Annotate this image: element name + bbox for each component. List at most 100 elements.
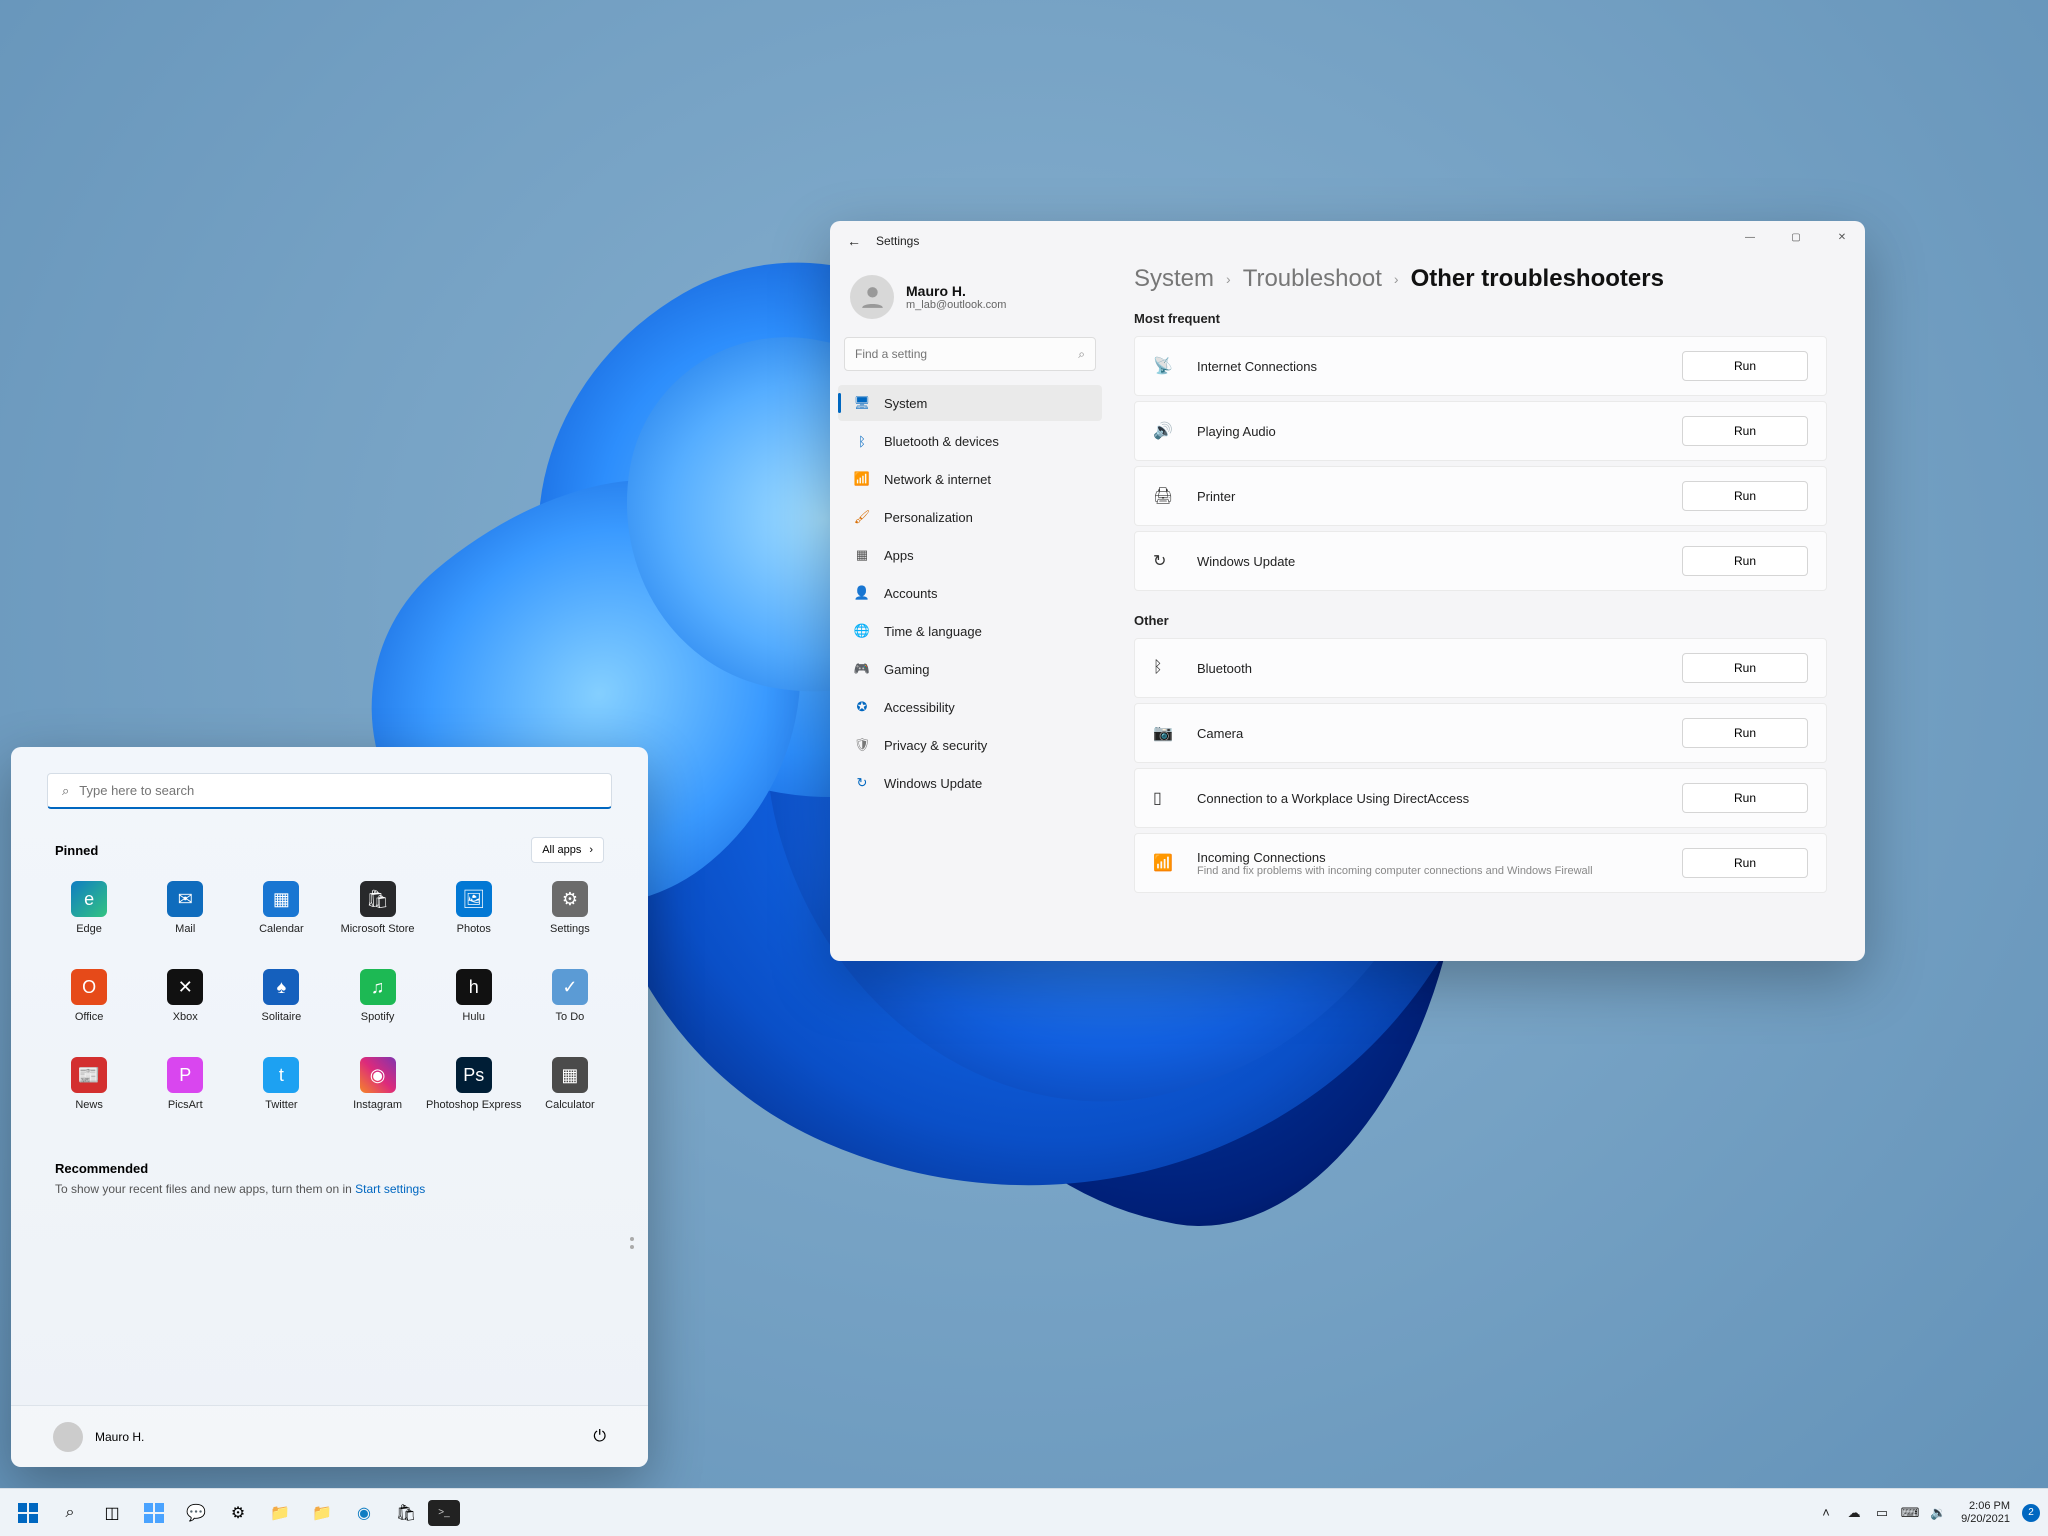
nav-icon: 🖥 <box>854 395 870 411</box>
pinned-app-photoshop-express[interactable]: PsPhotoshop Express <box>426 1051 522 1135</box>
app-icon: 🖼 <box>456 881 492 917</box>
nav-icon: 👤 <box>854 585 870 601</box>
app-label: PicsArt <box>168 1099 203 1112</box>
store-taskbar[interactable]: 🛍 <box>386 1493 426 1533</box>
pinned-app-calendar[interactable]: ▦Calendar <box>233 875 329 959</box>
nav-item-windows-update[interactable]: ↻ Windows Update <box>838 765 1102 801</box>
nav-icon: ▦ <box>854 547 870 563</box>
crumb-system[interactable]: System <box>1134 265 1214 293</box>
run-button[interactable]: Run <box>1682 783 1808 813</box>
back-button[interactable]: ← <box>838 233 870 249</box>
pinned-app-twitter[interactable]: tTwitter <box>233 1051 329 1135</box>
tray-chevron-icon[interactable]: ˄ <box>1815 1505 1837 1520</box>
nav-item-time-language[interactable]: 🌐Time & language <box>838 613 1102 649</box>
start-user[interactable]: Mauro H. <box>53 1422 144 1452</box>
page-indicator[interactable] <box>630 1237 634 1249</box>
volume-icon[interactable]: 🔉 <box>1927 1505 1949 1521</box>
troubleshooter-row: 📡Internet ConnectionsRun <box>1134 336 1827 396</box>
pinned-app-hulu[interactable]: hHulu <box>426 963 522 1047</box>
breadcrumb: System › Troubleshoot › Other troublesho… <box>1134 265 1827 293</box>
chat-button[interactable]: 💬 <box>176 1493 216 1533</box>
app-label: Calendar <box>259 923 304 936</box>
run-button[interactable]: Run <box>1682 718 1808 748</box>
onedrive-icon[interactable]: ☁ <box>1843 1505 1865 1521</box>
minimize-button[interactable]: ― <box>1727 221 1773 253</box>
nav-item-personalization[interactable]: 🖌Personalization <box>838 499 1102 535</box>
row-label: Windows Update <box>1197 554 1682 569</box>
app-label: Instagram <box>353 1099 402 1112</box>
nav-item-bluetooth-devices[interactable]: ᛒBluetooth & devices <box>838 423 1102 459</box>
pinned-app-photos[interactable]: 🖼Photos <box>426 875 522 959</box>
pinned-app-edge[interactable]: eEdge <box>41 875 137 959</box>
meet-icon[interactable]: ▭ <box>1871 1505 1893 1521</box>
run-button[interactable]: Run <box>1682 351 1808 381</box>
edge-taskbar[interactable]: ◉ <box>344 1493 384 1533</box>
pinned-app-picsart[interactable]: PPicsArt <box>137 1051 233 1135</box>
start-button[interactable] <box>8 1493 48 1533</box>
run-button[interactable]: Run <box>1682 848 1808 878</box>
run-button[interactable]: Run <box>1682 481 1808 511</box>
app-icon: 📰 <box>71 1057 107 1093</box>
user-block[interactable]: Mauro H. m_lab@outlook.com <box>838 269 1102 337</box>
app-label: Settings <box>550 923 590 936</box>
pinned-app-settings[interactable]: ⚙Settings <box>522 875 618 959</box>
app-icon: ◉ <box>360 1057 396 1093</box>
run-button[interactable]: Run <box>1682 546 1808 576</box>
search-button[interactable]: ⌕ <box>50 1493 90 1533</box>
nav-item-accessibility[interactable]: ✪Accessibility <box>838 689 1102 725</box>
pinned-app-news[interactable]: 📰News <box>41 1051 137 1135</box>
troubleshooter-row: ᛒBluetoothRun <box>1134 638 1827 698</box>
nav-icon: ↻ <box>854 775 870 791</box>
nav-item-accounts[interactable]: 👤Accounts <box>838 575 1102 611</box>
pinned-app-office[interactable]: OOffice <box>41 963 137 1047</box>
run-button[interactable]: Run <box>1682 653 1808 683</box>
recommended-text: To show your recent files and new apps, … <box>11 1182 648 1196</box>
maximize-button[interactable]: ▢ <box>1773 221 1819 253</box>
app-icon: ✕ <box>167 969 203 1005</box>
start-settings-link[interactable]: Start settings <box>355 1182 425 1196</box>
app-label: Mail <box>175 923 195 936</box>
explorer-taskbar[interactable]: 📁 <box>260 1493 300 1533</box>
nav-item-network-internet[interactable]: 📶Network & internet <box>838 461 1102 497</box>
app-label: Photoshop Express <box>426 1099 521 1112</box>
input-icon[interactable]: ⌨ <box>1899 1505 1921 1521</box>
close-button[interactable]: ✕ <box>1819 221 1865 253</box>
search-input[interactable]: ⌕ <box>844 337 1096 371</box>
row-label: Internet Connections <box>1197 359 1682 374</box>
nav-label: Gaming <box>884 662 930 677</box>
pinned-app-instagram[interactable]: ◉ Instagram <box>329 1051 425 1135</box>
start-user-name: Mauro H. <box>95 1430 144 1444</box>
crumb-troubleshoot[interactable]: Troubleshoot <box>1243 265 1382 293</box>
app-icon: h <box>456 969 492 1005</box>
pinned-app-microsoft-store[interactable]: 🛍Microsoft Store <box>329 875 425 959</box>
clock[interactable]: 2:06 PM 9/20/2021 <box>1955 1500 2016 1525</box>
run-button[interactable]: Run <box>1682 416 1808 446</box>
notification-badge[interactable]: 2 <box>2022 1504 2040 1522</box>
power-button[interactable]: ⏻ <box>593 1428 606 1446</box>
terminal-taskbar[interactable]: >_ <box>428 1500 460 1526</box>
pinned-app-mail[interactable]: ✉Mail <box>137 875 233 959</box>
pinned-app-solitaire[interactable]: ♠Solitaire <box>233 963 329 1047</box>
explorer2-taskbar[interactable]: 📁 <box>302 1493 342 1533</box>
pinned-app-spotify[interactable]: ♫Spotify <box>329 963 425 1047</box>
window-title: Settings <box>876 234 919 248</box>
pinned-app-xbox[interactable]: ✕Xbox <box>137 963 233 1047</box>
taskview-button[interactable]: ◫ <box>92 1493 132 1533</box>
nav-icon: 🛡 <box>854 737 870 753</box>
settings-taskbar[interactable]: ⚙ <box>218 1493 258 1533</box>
page-title: Other troubleshooters <box>1411 265 1664 293</box>
nav-label: Accessibility <box>884 700 955 715</box>
pinned-app-calculator[interactable]: ▦Calculator <box>522 1051 618 1135</box>
pinned-app-to-do[interactable]: ✓To Do <box>522 963 618 1047</box>
start-search[interactable]: ⌕ <box>47 773 612 809</box>
app-icon: ▦ <box>552 1057 588 1093</box>
troubleshooter-row: 🖨PrinterRun <box>1134 466 1827 526</box>
widgets-button[interactable] <box>134 1493 174 1533</box>
app-label: Office <box>75 1011 104 1024</box>
nav-label: Windows Update <box>884 776 982 791</box>
nav-item-system[interactable]: 🖥System <box>838 385 1102 421</box>
all-apps-button[interactable]: All apps› <box>531 837 604 863</box>
nav-item-privacy-security[interactable]: 🛡Privacy & security <box>838 727 1102 763</box>
nav-item-apps[interactable]: ▦Apps <box>838 537 1102 573</box>
nav-item-gaming[interactable]: 🎮Gaming <box>838 651 1102 687</box>
